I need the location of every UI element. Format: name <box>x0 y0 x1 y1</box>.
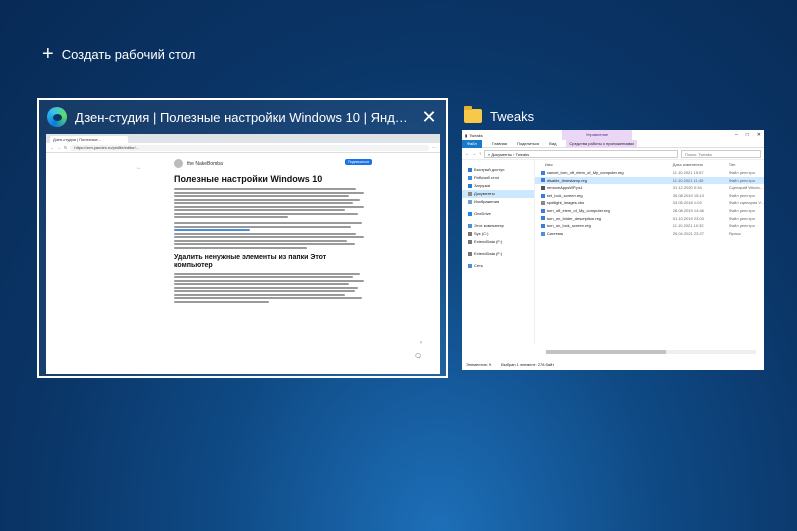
window-title: Tweaks <box>490 108 535 124</box>
file-list: Имя Дата изменения Тип cancel_turn_off_e… <box>534 160 764 344</box>
back-icon: ← <box>465 151 469 156</box>
forward-icon: → <box>57 145 61 150</box>
nav-item: Сеть <box>462 262 534 270</box>
minimize-icon: – <box>734 132 738 138</box>
window-card-header: Дзен-студия | Полезные настройки Windows… <box>39 100 446 134</box>
window-thumbnail: ▮ Tweaks Управление – □ ✕ Файл Главная П… <box>462 130 764 370</box>
new-desktop-button[interactable]: + Создать рабочий стол <box>42 43 196 65</box>
nav-item: Быстрый доступ <box>462 166 534 174</box>
browser-addressbar: ← → ↻ https://zen.yandex.ru/profile/edit… <box>46 143 440 153</box>
nav-item: Sys (C:) <box>462 230 534 238</box>
nav-item: Этот компьютер <box>462 222 534 230</box>
file-row: Система 25.04.2021 23:27 Ярлык <box>535 230 764 238</box>
search-input: Поиск: Tweaks <box>681 149 761 158</box>
folder-icon: ▮ <box>465 132 468 138</box>
explorer-navbar: ← → ↑ « Документы › Tweaks Поиск: Tweaks <box>462 148 764 160</box>
nav-item: ExtendData (F:) <box>462 250 534 258</box>
nav-item: OneDrive <box>462 210 534 218</box>
article-title: Полезные настройки Windows 10 <box>174 174 323 184</box>
window-card-edge[interactable]: Дзен-студия | Полезные настройки Windows… <box>37 98 448 378</box>
subscribe-button: Подписаться <box>345 159 372 165</box>
window-title: Дзен-студия | Полезные настройки Windows… <box>75 109 412 125</box>
new-desktop-label: Создать рабочий стол <box>61 46 196 62</box>
ribbon-tabs: Файл Главная Поделиться Вид Средства раб… <box>462 139 764 148</box>
window-card-header: Tweaks <box>458 100 764 132</box>
article-subtitle: Удалить ненужные элементы из папки Этот … <box>174 253 327 269</box>
edge-icon <box>47 107 67 127</box>
browser-tabbar: Дзен-студия | Полезные... <box>46 134 440 143</box>
plus-icon: + <box>42 43 54 65</box>
browser-page: ← the NakeBomba Подписаться Полезные нас… <box>46 153 440 374</box>
explorer-titlebar: ▮ Tweaks Управление – □ ✕ <box>462 130 764 140</box>
browser-tab: Дзен-студия | Полезные... <box>50 136 128 143</box>
page-back-icon: ← <box>136 165 142 171</box>
folder-icon <box>464 106 482 123</box>
file-row: spotlight_images.vbs 03.05.2018 1:03 Файл … <box>535 199 764 207</box>
ribbon-tab-share: Поделиться <box>517 141 540 146</box>
manage-tab: Управление <box>562 130 632 140</box>
close-icon[interactable]: ✕ <box>420 107 438 128</box>
comment-icon: 🗨 <box>414 354 422 360</box>
article-paragraph <box>174 272 364 303</box>
column-headers: Имя Дата изменения Тип <box>544 162 736 167</box>
nav-item: Загрузки <box>462 182 534 190</box>
file-row: set_lock_screen.reg 30.08.2019 15:13 Файл … <box>535 192 764 200</box>
ribbon-tab-file: Файл <box>462 139 482 148</box>
navigation-pane: Быстрый доступ Рабочий стол Загрузки Док… <box>462 160 535 344</box>
author-name: the NakeBomba <box>187 160 223 167</box>
item-count: Элементов: 9 <box>466 362 492 367</box>
file-row: cancel_turn_off_elem_of_My_computer.reg 1… <box>535 169 764 177</box>
nav-item: Рабочий стол <box>462 174 534 182</box>
up-icon: ↑ <box>479 151 481 156</box>
avatar <box>174 159 183 168</box>
maximize-icon: □ <box>745 132 749 138</box>
window-card-explorer[interactable]: Tweaks ▮ Tweaks Управление – □ ✕ Файл Гл… <box>458 100 764 376</box>
explorer-window-title: Tweaks <box>469 132 483 138</box>
refresh-icon: ↻ <box>64 145 68 150</box>
ribbon-tab-app-tools: Средства работы с приложениями <box>566 139 637 148</box>
url-field: https://zen.yandex.ru/profile/editor/... <box>70 144 429 151</box>
window-thumbnail: Дзен-студия | Полезные... ← → ↻ https://… <box>46 134 440 374</box>
selection-info: Выбран 1 элемент: 278 байт <box>501 362 555 367</box>
file-row: disable_timestamp.reg 11.10.2021 11:45 Фай… <box>534 176 764 185</box>
author-row: the NakeBomba Подписаться <box>174 159 372 168</box>
address-path: « Документы › Tweaks <box>484 149 678 158</box>
file-row: removeAppsWP.ps1 31.12.2020 0:34 Сценарий … <box>535 184 764 192</box>
forward-icon: → <box>472 151 476 156</box>
status-bar: Элементов: 9 Выбран 1 элемент: 278 байт <box>466 360 554 370</box>
back-icon: ← <box>50 145 54 150</box>
nav-item: Документы <box>462 190 534 198</box>
file-row: turn_off_elem_of_My_computer.reg 28.08.20… <box>535 207 764 215</box>
horizontal-scrollbar <box>546 350 756 354</box>
menu-icon: ⋯ <box>432 145 436 150</box>
close-icon: ✕ <box>756 132 761 138</box>
file-row: turn_on_lock_screen.reg 11.10.2021 10:32 Ф… <box>535 222 764 230</box>
nav-item: ExtendData (F:) <box>462 238 534 246</box>
chevron-icon: › <box>420 340 422 346</box>
ribbon-tab-home: Главная <box>491 141 508 146</box>
ribbon-tab-view: Вид <box>549 141 557 146</box>
article: the NakeBomba Подписаться Полезные настр… <box>174 159 372 304</box>
article-paragraph <box>174 222 364 249</box>
nav-item: Изображения <box>462 198 534 206</box>
file-row: turn_on_folder_description.reg 01.10.2019… <box>535 215 764 223</box>
article-paragraph <box>174 188 364 218</box>
